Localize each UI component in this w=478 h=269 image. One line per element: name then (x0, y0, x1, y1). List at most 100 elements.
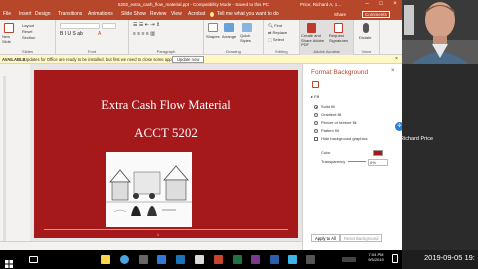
transparency-slider[interactable] (348, 161, 366, 162)
pdf-icon[interactable] (307, 23, 316, 33)
slide-title[interactable]: Extra Cash Flow Material (34, 98, 298, 113)
app-icon[interactable] (139, 255, 148, 264)
title-bar: 5202_extra_cash_flow_material.ppt - Comp… (0, 0, 402, 9)
replace-button[interactable]: ⇄ Replace (268, 30, 287, 35)
notification-icon[interactable] (392, 254, 398, 263)
slide-subtitle[interactable]: ACCT 5202 (34, 125, 298, 141)
gradient-fill-radio[interactable] (314, 113, 318, 117)
new-slide-button[interactable]: New Slide (2, 34, 18, 44)
font-name-dropdown[interactable] (60, 23, 100, 29)
select-button[interactable]: ⬚ Select (268, 37, 284, 42)
tab-review[interactable]: Review (150, 9, 166, 20)
close-pane-icon[interactable]: × (391, 68, 395, 74)
new-slide-icon[interactable] (4, 23, 14, 33)
dictate-button[interactable]: Dictate (359, 35, 371, 40)
close-icon[interactable]: × (392, 1, 398, 7)
tab-insert[interactable]: Insert (19, 9, 32, 20)
solid-fill-radio[interactable] (314, 105, 318, 109)
hide-graphics-label: Hide background graphics (321, 136, 368, 141)
slides-group: New Slide Layout Reset Section Slides (0, 20, 56, 55)
ribbon: New Slide Layout Reset Section Slides B … (0, 20, 402, 55)
tab-file[interactable]: File (3, 9, 11, 20)
windows-start-icon[interactable] (5, 255, 13, 268)
font-size-dropdown[interactable] (102, 23, 116, 29)
align-buttons[interactable]: ≡ ≡ ≡ ≡ ▥ (133, 32, 155, 37)
tab-design[interactable]: Design (35, 9, 51, 20)
share-button[interactable]: Share (334, 11, 346, 18)
onenote-icon[interactable] (251, 255, 260, 264)
layout-button[interactable]: Layout (22, 23, 34, 28)
close-infobar-icon[interactable]: × (395, 55, 398, 64)
list-buttons[interactable]: ☰ ☰ ⇤ ⇥ ⇕ (133, 23, 160, 28)
slide[interactable]: Extra Cash Flow Material ACCT 5202 1 (34, 70, 298, 238)
pane-badge-icon[interactable]: ✣ (395, 122, 402, 131)
request-signatures-button[interactable]: Request Signatures (329, 33, 353, 43)
replace-label: Replace (272, 30, 288, 35)
thumbnail-scrollbar[interactable] (3, 76, 6, 246)
request-signatures-icon[interactable] (334, 23, 343, 33)
slide-thumbnails-pane (0, 64, 30, 250)
hide-graphics-checkbox[interactable] (314, 137, 318, 141)
tell-me-box[interactable]: Tell me what you want to do (217, 9, 279, 20)
paint-bucket-icon[interactable] (312, 81, 319, 88)
tab-view[interactable]: View (171, 9, 182, 20)
create-share-pdf-button[interactable]: Create and Share Adobe PDF (301, 33, 327, 48)
shapes-button[interactable]: Shapes (206, 34, 220, 39)
pane-title: Format Background (311, 69, 369, 76)
status-bar (0, 241, 302, 250)
update-now-button[interactable]: Update now (172, 56, 205, 63)
share-label: Share (334, 12, 347, 17)
transparency-input[interactable]: 0% (368, 159, 388, 166)
file-explorer-icon[interactable] (101, 255, 110, 264)
update-infobar: AVAILABLE Updates for Office are ready t… (0, 55, 402, 64)
color-picker-button[interactable] (373, 150, 383, 156)
reset-background-button[interactable]: Reset Background (340, 234, 383, 242)
user-name[interactable]: Price, Richard A, 1… (300, 0, 342, 9)
fill-section-label: Fill (314, 94, 320, 99)
taskbar-clock[interactable]: 7:04 PM 9/5/2019 (364, 252, 388, 262)
edge-icon[interactable] (157, 255, 166, 264)
store-icon[interactable] (195, 255, 204, 264)
excel-icon[interactable] (233, 255, 242, 264)
chrome-icon[interactable] (120, 255, 129, 264)
outlook-icon[interactable] (176, 255, 185, 264)
shapes-icon[interactable] (208, 23, 218, 32)
quick-styles-button[interactable]: Quick Styles (240, 33, 258, 43)
pattern-fill-radio[interactable] (314, 129, 318, 133)
drawing-group: Shapes Arrange Quick Styles Drawing (204, 20, 264, 55)
transparency-label: Transparency (321, 159, 346, 164)
cartoon-image[interactable] (106, 152, 192, 227)
apply-to-all-button[interactable]: Apply to All (311, 234, 340, 242)
cartoon-drawing (106, 152, 192, 227)
find-label: Find (274, 23, 282, 28)
reset-button[interactable]: Reset (22, 29, 32, 34)
picture-fill-radio[interactable] (314, 121, 318, 125)
task-view-icon[interactable] (29, 256, 38, 263)
quick-styles-icon[interactable] (242, 23, 252, 32)
arrange-icon[interactable] (224, 23, 234, 32)
find-button[interactable]: 🔍︎ Find (268, 23, 282, 28)
arrange-button[interactable]: Arrange (222, 34, 236, 39)
word-icon[interactable] (270, 255, 279, 264)
comments-button[interactable]: Comments (362, 11, 390, 18)
font-format-buttons[interactable]: B I U S ab (60, 32, 83, 37)
tab-slide-show[interactable]: Slide Show (121, 9, 146, 20)
select-label: Select (272, 37, 285, 42)
ribbon-tabs: File Insert Design Transitions Animation… (0, 9, 402, 20)
maximize-icon[interactable]: □ (378, 1, 384, 7)
zoom-icon[interactable] (288, 255, 297, 264)
font-group-label: Font (87, 49, 96, 54)
minimize-icon[interactable]: – (364, 1, 370, 7)
powerpoint-taskbar-icon[interactable] (214, 255, 223, 264)
tab-transitions[interactable]: Transitions (58, 9, 82, 20)
font-color-icon[interactable]: A (98, 32, 101, 37)
system-tray-icons[interactable] (342, 257, 356, 262)
slides-group-label: Slides (22, 49, 33, 54)
section-button[interactable]: Section (22, 35, 35, 40)
fill-section-header[interactable]: ▸ Fill (311, 94, 319, 99)
format-background-pane: Format Background × ▸ Fill Solid fill Gr… (302, 64, 402, 250)
microphone-icon[interactable] (363, 23, 369, 33)
settings-icon[interactable] (306, 255, 315, 264)
tab-acrobat[interactable]: Acrobat (188, 9, 205, 20)
tab-animations[interactable]: Animations (88, 9, 113, 20)
